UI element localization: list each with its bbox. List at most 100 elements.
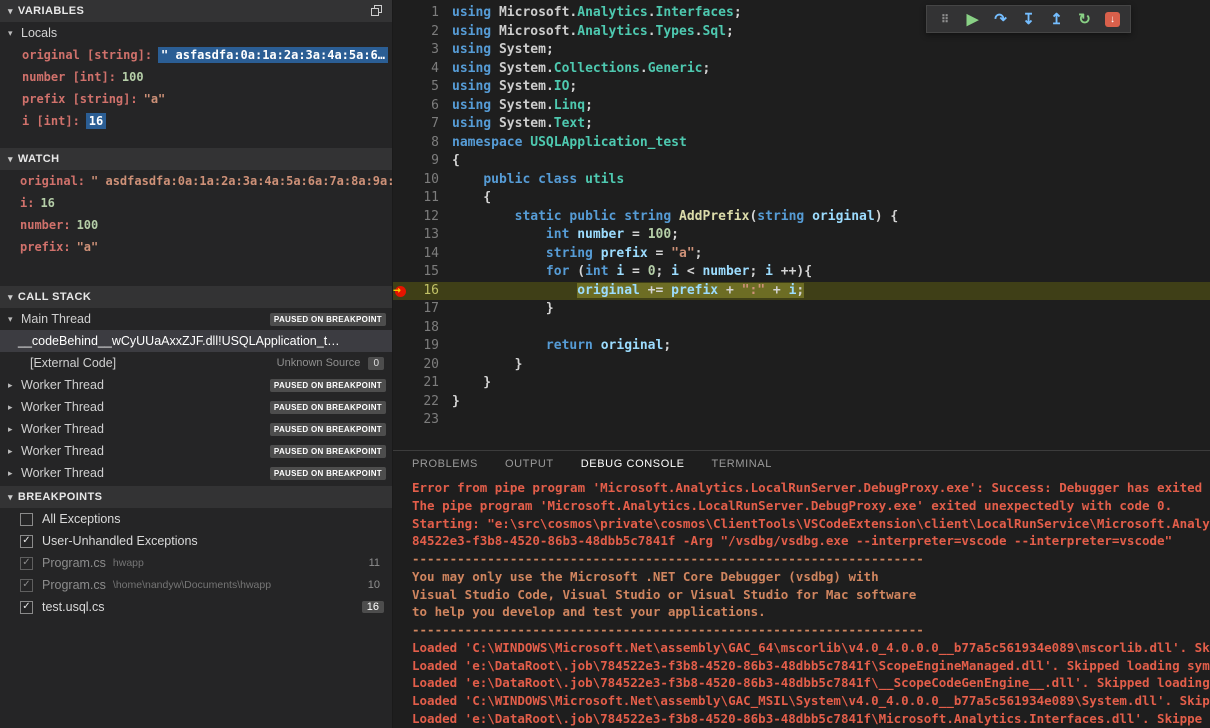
code-line[interactable]: 6using System.Linq; bbox=[393, 97, 1210, 116]
code-line[interactable]: 7using System.Text; bbox=[393, 115, 1210, 134]
code-line[interactable]: →16 original += prefix + ":" + i; bbox=[393, 282, 1210, 301]
code-text: using System.Collections.Generic; bbox=[452, 60, 710, 79]
token: 100 bbox=[648, 227, 671, 242]
code-editor[interactable]: 1using Microsoft.Analytics.Interfaces;2u… bbox=[393, 0, 1210, 450]
code-line[interactable]: 5using System.IO; bbox=[393, 78, 1210, 97]
panel-tab-output[interactable]: OUTPUT bbox=[505, 458, 554, 470]
checkbox-checked-icon[interactable]: ✓ bbox=[20, 579, 33, 592]
variables-list: ▾Localsoriginal [string]:" asfasdfa:0a:1… bbox=[0, 22, 392, 132]
token: using bbox=[452, 98, 499, 113]
token: = bbox=[624, 227, 647, 242]
paused-badge: PAUSED ON BREAKPOINT bbox=[270, 401, 386, 414]
code-line[interactable]: 20 } bbox=[393, 356, 1210, 375]
token bbox=[452, 264, 546, 279]
breakpoint-gutter[interactable]: → bbox=[393, 282, 411, 301]
bottom-panel: PROBLEMS OUTPUT DEBUG CONSOLE TERMINAL Erro… bbox=[393, 450, 1210, 728]
step-out-icon[interactable]: ↥ bbox=[1044, 7, 1069, 31]
locals-item[interactable]: ▾Locals bbox=[0, 22, 392, 44]
paused-badge: PAUSED ON BREAKPOINT bbox=[270, 423, 386, 436]
code-line[interactable]: 8namespace USQLApplication_test bbox=[393, 134, 1210, 153]
code-line[interactable]: 11 { bbox=[393, 189, 1210, 208]
code-line[interactable]: 13 int number = 100; bbox=[393, 226, 1210, 245]
thread-item[interactable]: ▸Worker ThreadPAUSED ON BREAKPOINT bbox=[0, 374, 392, 396]
code-text: namespace USQLApplication_test bbox=[452, 134, 687, 153]
variables-section-header[interactable]: ▾ VARIABLES bbox=[0, 0, 392, 22]
stack-frame-item[interactable]: __codeBehind__wCyUUaAxxZJF.dll!USQLAppli… bbox=[0, 330, 392, 352]
code-line[interactable]: 15 for (int i = 0; i < number; i ++){ bbox=[393, 263, 1210, 282]
watch-item[interactable]: i:16 bbox=[0, 192, 392, 214]
checkbox-checked-icon[interactable]: ✓ bbox=[20, 535, 33, 548]
watch-item[interactable]: number:100 bbox=[0, 214, 392, 236]
code-line[interactable]: 9{ bbox=[393, 152, 1210, 171]
gutter-space bbox=[393, 226, 411, 245]
step-over-icon[interactable]: ↷ bbox=[988, 7, 1013, 31]
breakpoint-item[interactable]: ✓Program.cs\home\nandyw\Documents\hwapp1… bbox=[0, 574, 392, 596]
breakpoints-section-header[interactable]: ▾ BREAKPOINTS bbox=[0, 486, 392, 508]
callstack-section-header[interactable]: ▾ CALL STACK bbox=[0, 286, 392, 308]
thread-item[interactable]: ▸Worker ThreadPAUSED ON BREAKPOINT bbox=[0, 396, 392, 418]
variable-item[interactable]: i [int]:16 bbox=[0, 110, 392, 132]
code-line[interactable]: 3using System; bbox=[393, 41, 1210, 60]
code-text: int number = 100; bbox=[452, 226, 679, 245]
checkbox-checked-icon[interactable]: ✓ bbox=[20, 601, 33, 614]
current-statement-highlight: original += prefix + ":" + i; bbox=[577, 283, 804, 298]
token: using bbox=[452, 61, 499, 76]
code-line[interactable]: 4using System.Collections.Generic; bbox=[393, 60, 1210, 79]
variable-item[interactable]: original [string]:" asfasdfa:0a:1a:2a:3a… bbox=[0, 44, 392, 66]
code-line[interactable]: 19 return original; bbox=[393, 337, 1210, 356]
paused-badge: PAUSED ON BREAKPOINT bbox=[270, 467, 386, 480]
debug-console-output[interactable]: Error from pipe program 'Microsoft.Analy… bbox=[393, 477, 1210, 728]
variable-name: prefix [string]: bbox=[22, 92, 138, 106]
breakpoint-item[interactable]: ✓Program.cshwapp11 bbox=[0, 552, 392, 574]
checkbox-unchecked-icon[interactable] bbox=[20, 513, 33, 526]
watch-section-header[interactable]: ▾ WATCH bbox=[0, 148, 392, 170]
stack-frame-item[interactable]: [External Code]Unknown Source0 bbox=[0, 352, 392, 374]
token: number bbox=[702, 264, 749, 279]
token: = bbox=[624, 264, 647, 279]
continue-icon[interactable]: ▶ bbox=[960, 7, 985, 31]
checkbox-checked-icon[interactable]: ✓ bbox=[20, 557, 33, 570]
step-into-icon[interactable]: ↧ bbox=[1016, 7, 1041, 31]
stack-label: Worker Thread bbox=[21, 400, 104, 414]
thread-item[interactable]: ▸Worker ThreadPAUSED ON BREAKPOINT bbox=[0, 418, 392, 440]
grip-icon[interactable]: ⠿ bbox=[932, 7, 957, 31]
code-line[interactable]: 22} bbox=[393, 393, 1210, 412]
thread-item[interactable]: ▾Main ThreadPAUSED ON BREAKPOINT bbox=[0, 308, 392, 330]
code-line[interactable]: 12 static public string AddPrefix(string… bbox=[393, 208, 1210, 227]
chevron-expanded-icon: ▾ bbox=[8, 154, 13, 165]
panel-tab-terminal[interactable]: TERMINAL bbox=[712, 458, 772, 470]
watch-item[interactable]: prefix:"a" bbox=[0, 236, 392, 258]
callstack-list: ▾Main ThreadPAUSED ON BREAKPOINT__codeBe… bbox=[0, 308, 392, 484]
line-number: 6 bbox=[411, 97, 452, 116]
variable-item[interactable]: prefix [string]:"a" bbox=[0, 88, 392, 110]
panel-tab-debug-console[interactable]: DEBUG CONSOLE bbox=[581, 458, 685, 470]
token: using bbox=[452, 116, 499, 131]
thread-item[interactable]: ▸Worker ThreadPAUSED ON BREAKPOINT bbox=[0, 462, 392, 484]
thread-item[interactable]: ▸Worker ThreadPAUSED ON BREAKPOINT bbox=[0, 440, 392, 462]
line-number: 20 bbox=[411, 356, 452, 375]
panel-tab-problems[interactable]: PROBLEMS bbox=[412, 458, 478, 470]
watch-item[interactable]: original:" asdfasdfa:0a:1a:2a:3a:4a:5a:6… bbox=[0, 170, 392, 192]
code-text: { bbox=[452, 152, 460, 171]
token: ; bbox=[796, 283, 804, 298]
disconnect-icon[interactable]: ↓ bbox=[1100, 7, 1125, 31]
token: Linq bbox=[554, 98, 585, 113]
breakpoint-item[interactable]: ✓User-Unhandled Exceptions bbox=[0, 530, 392, 552]
code-line[interactable]: 23 bbox=[393, 411, 1210, 430]
code-line[interactable]: 17 } bbox=[393, 300, 1210, 319]
variable-item[interactable]: number [int]:100 bbox=[0, 66, 392, 88]
code-line[interactable]: 14 string prefix = "a"; bbox=[393, 245, 1210, 264]
breakpoint-item[interactable]: All Exceptions bbox=[0, 508, 392, 530]
code-line[interactable]: 10 public class utils bbox=[393, 171, 1210, 190]
token: ++){ bbox=[773, 264, 812, 279]
code-line[interactable]: 21 } bbox=[393, 374, 1210, 393]
restart-icon[interactable]: ↻ bbox=[1072, 7, 1097, 31]
gutter-space bbox=[393, 4, 411, 23]
gutter-space bbox=[393, 337, 411, 356]
chevron-collapsed-icon: ▸ bbox=[8, 380, 21, 391]
code-line[interactable]: 18 bbox=[393, 319, 1210, 338]
breakpoint-item[interactable]: ✓test.usql.cs16 bbox=[0, 596, 392, 618]
line-number: 7 bbox=[411, 115, 452, 134]
copy-icon[interactable] bbox=[371, 5, 384, 18]
line-number: 14 bbox=[411, 245, 452, 264]
